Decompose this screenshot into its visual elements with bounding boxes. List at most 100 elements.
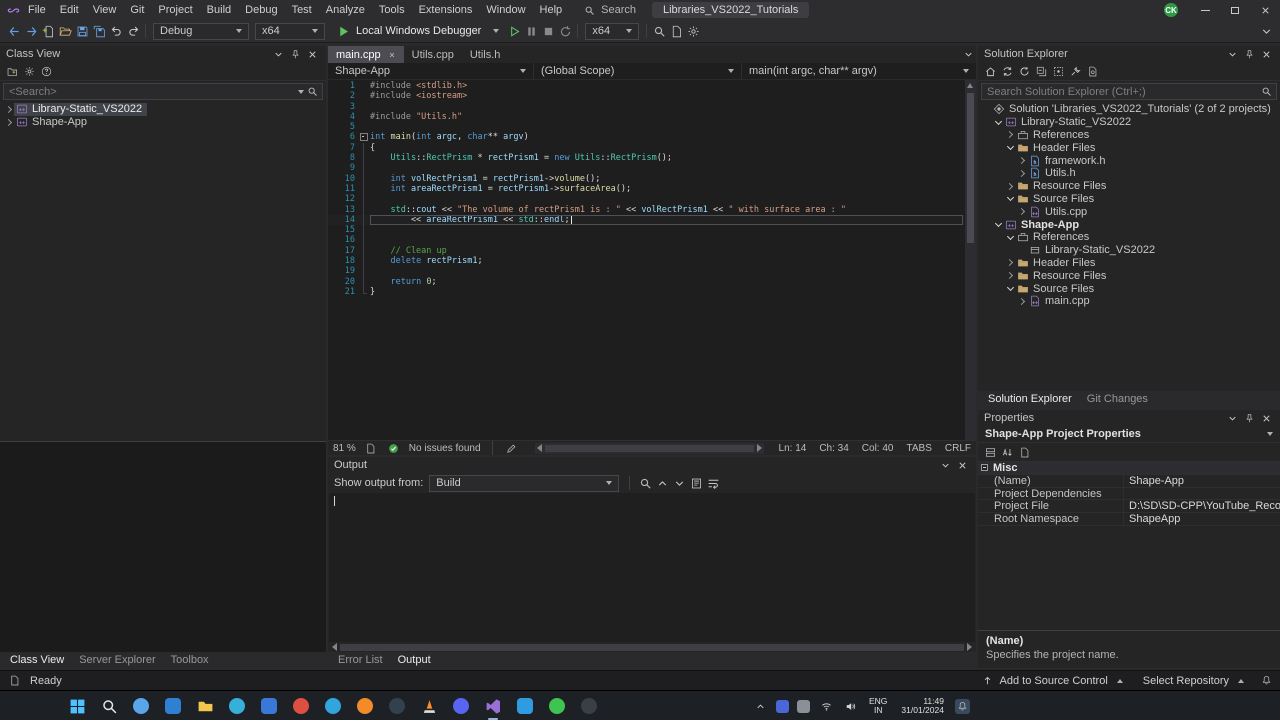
restore-button[interactable] xyxy=(1220,0,1250,20)
fold-margin[interactable] xyxy=(358,132,370,142)
help-icon[interactable] xyxy=(38,63,54,79)
chevron-down-icon[interactable] xyxy=(937,457,953,473)
break-all-icon[interactable] xyxy=(523,23,539,39)
tree-item[interactable]: Solution 'Libraries_VS2022_Tutorials' (2… xyxy=(978,103,1280,116)
chevron-expanded-icon[interactable] xyxy=(1005,284,1015,294)
chevron-collapsed-icon[interactable] xyxy=(1005,130,1015,140)
save-icon[interactable] xyxy=(74,23,90,39)
scroll-up-icon[interactable] xyxy=(967,83,973,88)
chevron-down-icon[interactable] xyxy=(1224,46,1240,62)
fold-margin[interactable] xyxy=(358,235,370,247)
new-file-icon[interactable] xyxy=(40,23,56,39)
alphabetical-icon[interactable] xyxy=(999,444,1015,460)
fold-margin[interactable] xyxy=(358,286,370,297)
steam-icon[interactable] xyxy=(384,694,410,718)
preview-platform-dropdown[interactable]: x64 xyxy=(585,22,640,40)
tab-git-changes[interactable]: Git Changes xyxy=(1080,392,1155,406)
tree-item[interactable]: Header Files xyxy=(978,141,1280,154)
tree-item[interactable]: ++ Library-Static_VS2022 xyxy=(978,116,1280,129)
line-indicator[interactable]: Ln: 14 xyxy=(779,443,807,454)
breakpoint-margin[interactable] xyxy=(328,112,336,122)
forward-icon[interactable] xyxy=(23,23,39,39)
edge-icon[interactable] xyxy=(224,694,250,718)
clock[interactable]: 11:49 31/01/2024 xyxy=(898,697,947,715)
breakpoint-margin[interactable] xyxy=(328,122,336,132)
chevron-collapsed-icon[interactable] xyxy=(1005,181,1015,191)
property-name[interactable]: Project Dependencies xyxy=(978,487,1124,500)
fold-margin[interactable] xyxy=(358,142,370,154)
pin-icon[interactable] xyxy=(1241,410,1257,426)
menu-file[interactable]: File xyxy=(21,2,53,18)
outlook-icon[interactable] xyxy=(160,694,186,718)
chevron-collapsed-icon[interactable] xyxy=(4,104,14,114)
close-icon[interactable] xyxy=(954,457,970,473)
vs-code-icon[interactable] xyxy=(512,694,538,718)
next-message-icon[interactable] xyxy=(671,475,687,491)
menu-edit[interactable]: Edit xyxy=(53,2,86,18)
fold-margin[interactable] xyxy=(358,245,370,257)
property-name[interactable]: (Name) xyxy=(978,474,1124,487)
code-line[interactable]: 13 std::cout << "The volume of rectPrism… xyxy=(328,204,964,216)
code-line[interactable]: 11 int areaRectPrism1 = rectPrism1->surf… xyxy=(328,183,964,195)
class-view-members-pane[interactable] xyxy=(0,441,326,652)
chevron-expanded-icon[interactable] xyxy=(1005,143,1015,153)
menu-build[interactable]: Build xyxy=(200,2,238,18)
gear-icon[interactable] xyxy=(685,23,701,39)
search-icon[interactable] xyxy=(1258,84,1274,100)
chevron-collapsed-icon[interactable] xyxy=(1005,258,1015,268)
chevron-collapsed-icon[interactable] xyxy=(4,117,14,127)
chevron-expanded-icon[interactable] xyxy=(993,220,1003,230)
code-line[interactable]: 12 xyxy=(328,194,964,205)
code-line[interactable]: 7{ xyxy=(328,142,964,154)
close-tab-icon[interactable] xyxy=(388,51,396,59)
class-view-item[interactable]: ++ Shape-App xyxy=(0,116,326,129)
tree-item[interactable]: Source Files xyxy=(978,193,1280,206)
code-line[interactable]: 6 int main(int argc, char** argv) xyxy=(328,132,964,142)
background-tasks-icon[interactable] xyxy=(6,673,22,689)
solution-name-badge[interactable]: Libraries_VS2022_Tutorials xyxy=(652,2,810,18)
visual-studio-icon[interactable] xyxy=(480,694,506,720)
health-status[interactable]: No issues found xyxy=(409,443,481,454)
property-value[interactable]: ShapeApp xyxy=(1124,513,1280,525)
tree-item[interactable]: References xyxy=(978,129,1280,142)
chevron-collapsed-icon[interactable] xyxy=(1005,271,1015,281)
firefox-icon[interactable] xyxy=(352,694,378,718)
solution-explorer-search-input[interactable]: Search Solution Explorer (Ctrl+;) xyxy=(981,83,1277,100)
fold-margin[interactable] xyxy=(358,163,370,174)
categorized-icon[interactable] xyxy=(982,444,998,460)
redo-icon[interactable] xyxy=(125,23,141,39)
project-dropdown[interactable]: Shape-App xyxy=(328,63,534,79)
property-row[interactable]: Project Dependencies xyxy=(978,487,1280,501)
breakpoint-margin[interactable] xyxy=(328,277,336,287)
menu-view[interactable]: View xyxy=(86,2,124,18)
menu-tools[interactable]: Tools xyxy=(372,2,412,18)
code-line[interactable]: 17 // Clean up xyxy=(328,245,964,257)
breakpoint-margin[interactable] xyxy=(328,194,336,204)
widgets-icon[interactable] xyxy=(128,694,154,718)
chevron-expanded-icon[interactable] xyxy=(1005,194,1015,204)
char-indicator[interactable]: Ch: 34 xyxy=(819,443,848,454)
close-icon[interactable] xyxy=(304,46,320,62)
class-view-item[interactable]: ++ Library-Static_VS2022 xyxy=(0,102,326,116)
user-avatar[interactable]: CK xyxy=(1164,3,1178,17)
fold-margin[interactable] xyxy=(358,276,370,288)
properties-object-dropdown[interactable]: Shape-App Project Properties xyxy=(978,426,1280,443)
chevron-down-icon[interactable] xyxy=(270,46,286,62)
split-view-icon[interactable] xyxy=(363,440,379,456)
code-line[interactable]: 4 #include "Utils.h" xyxy=(328,112,964,122)
code-line[interactable]: 2 #include <iostream> xyxy=(328,91,964,101)
output-horizontal-scrollbar[interactable] xyxy=(328,642,976,652)
tree-item[interactable]: ++ Shape-App xyxy=(978,218,1280,231)
code-line[interactable]: 8 Utils::RectPrism * rectPrism1 = new Ut… xyxy=(328,153,964,164)
class-view-item-body[interactable]: ++ Shape-App xyxy=(14,116,92,129)
close-window-button[interactable] xyxy=(1250,0,1280,20)
chevron-expanded-icon[interactable] xyxy=(1005,232,1015,242)
fold-margin[interactable] xyxy=(358,153,370,164)
property-value[interactable]: Shape-App xyxy=(1124,475,1280,487)
close-icon[interactable] xyxy=(1258,410,1274,426)
menu-test[interactable]: Test xyxy=(285,2,319,18)
word-wrap-icon[interactable] xyxy=(705,475,721,491)
menu-extensions[interactable]: Extensions xyxy=(412,2,480,18)
fold-margin[interactable] xyxy=(358,204,370,216)
code-line[interactable]: 15 xyxy=(328,225,964,236)
